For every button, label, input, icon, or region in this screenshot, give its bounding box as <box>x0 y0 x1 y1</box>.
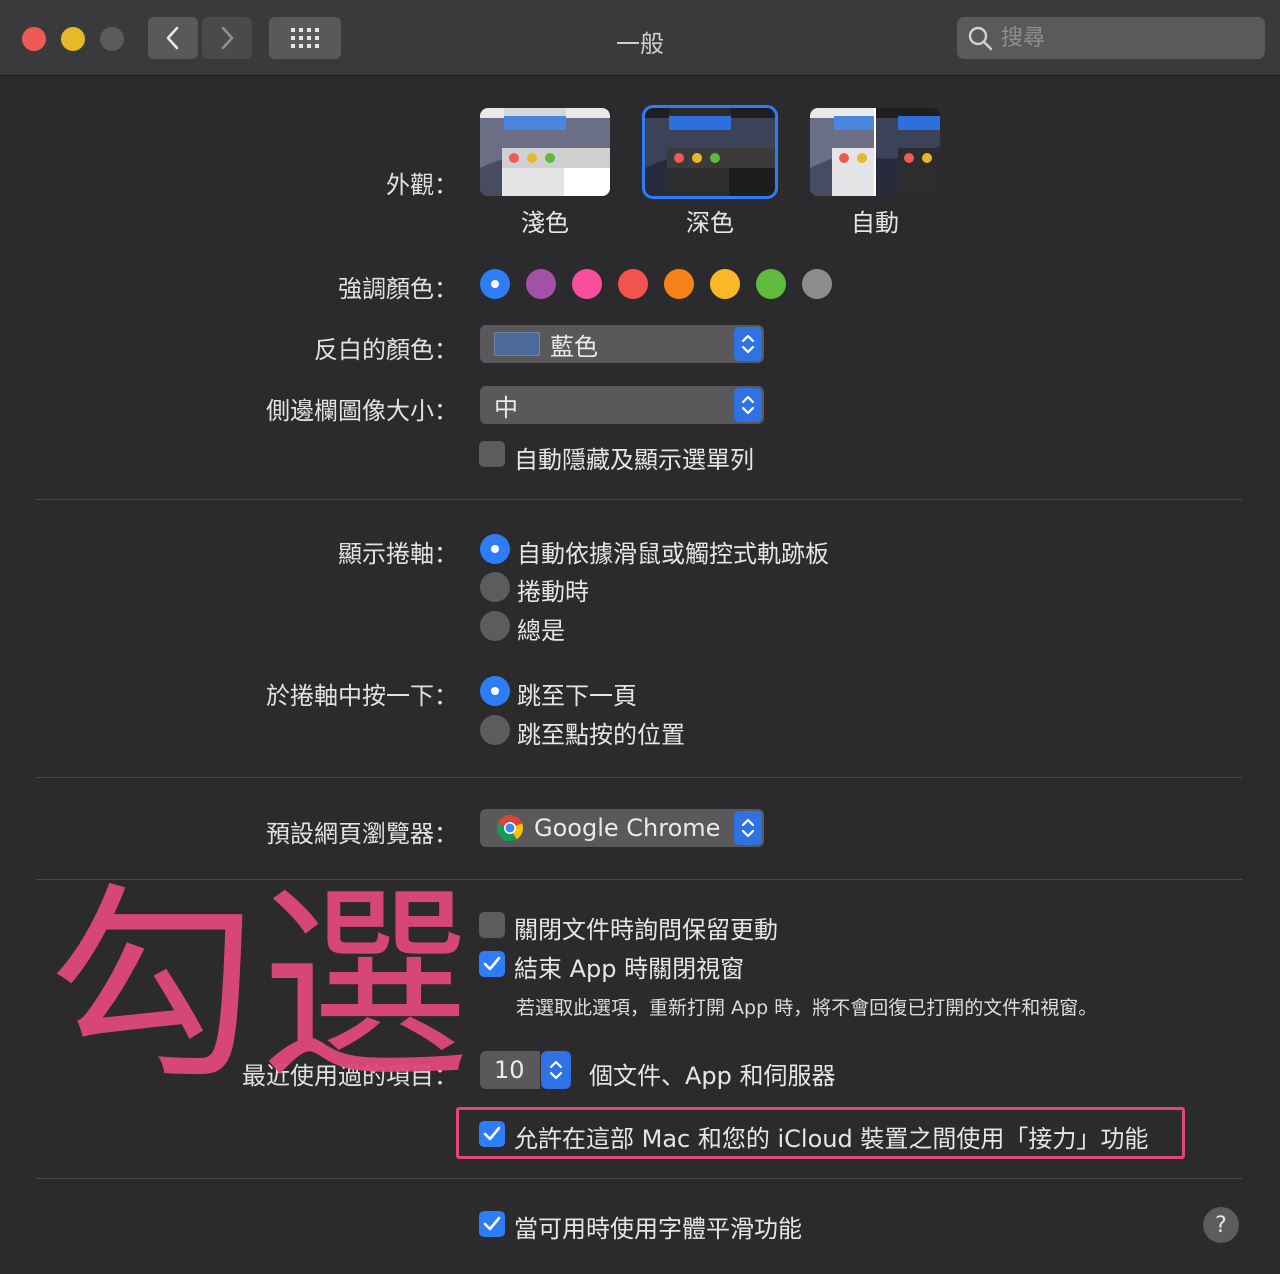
popup-arrows-icon <box>734 388 762 422</box>
click-scrollbar-radio-clicked-spot[interactable] <box>480 715 510 745</box>
font-smoothing-checkbox[interactable] <box>479 1211 505 1237</box>
chevron-left-icon <box>166 26 179 50</box>
scrollbars-option-always: 總是 <box>517 617 565 645</box>
appearance-label: 外觀： <box>386 171 458 199</box>
popup-arrows-icon <box>734 327 762 361</box>
recent-items-suffix: 個文件、App 和伺服器 <box>589 1062 836 1090</box>
chrome-icon <box>496 814 524 842</box>
recent-items-stepper[interactable] <box>541 1051 571 1089</box>
scrollbars-option-scrolling: 捲動時 <box>517 578 589 606</box>
checkmark-icon <box>483 1216 501 1231</box>
auto-hide-menubar-checkbox[interactable] <box>479 441 505 467</box>
auto-hide-menubar-label: 自動隱藏及顯示選單列 <box>514 446 754 474</box>
ask-keep-changes-checkbox[interactable] <box>479 912 505 938</box>
click-scrollbar-option-clicked-spot: 跳至點按的位置 <box>517 721 685 749</box>
stepper-arrows-icon <box>549 1060 563 1080</box>
scrollbars-option-automatic: 自動依據滑鼠或觸控式軌跡板 <box>517 540 829 568</box>
scrollbars-radio-automatic[interactable] <box>480 534 510 564</box>
highlight-color-popup[interactable]: 藍色 <box>480 325 764 363</box>
divider <box>36 777 1242 778</box>
show-scrollbars-label: 顯示捲軸： <box>338 540 458 568</box>
scrollbars-radio-scrolling[interactable] <box>480 572 510 602</box>
show-all-button[interactable] <box>269 17 341 59</box>
accent-color-pink[interactable] <box>572 269 602 299</box>
font-smoothing-label: 當可用時使用字體平滑功能 <box>514 1215 802 1243</box>
close-windows-note: 若選取此選項，重新打開 App 時，將不會回復已打開的文件和視窗。 <box>516 997 1098 1019</box>
minimize-window-button[interactable] <box>61 27 85 51</box>
chevron-right-icon <box>221 26 234 50</box>
search-icon <box>968 26 993 51</box>
sidebar-icon-size-value: 中 <box>494 393 518 422</box>
accent-color-orange[interactable] <box>664 269 694 299</box>
handoff-highlight-box <box>456 1107 1185 1159</box>
annotation-overlay-text: 勾選 <box>48 864 473 1109</box>
ask-keep-changes-label: 關閉文件時詢問保留更動 <box>514 916 778 944</box>
search-input[interactable] <box>1001 25 1251 51</box>
default-browser-popup[interactable]: Google Chrome <box>480 809 764 847</box>
accent-color-yellow[interactable] <box>710 269 740 299</box>
accent-color-green[interactable] <box>756 269 786 299</box>
scrollbars-radio-always[interactable] <box>480 611 510 641</box>
close-windows-label: 結束 App 時關閉視窗 <box>514 955 745 983</box>
accent-color-purple[interactable] <box>526 269 556 299</box>
grid-icon <box>291 28 319 48</box>
help-button[interactable]: ? <box>1203 1207 1239 1243</box>
forward-button[interactable] <box>202 17 252 59</box>
click-scrollbar-option-next-page: 跳至下一頁 <box>517 682 637 710</box>
highlight-color-label: 反白的顏色： <box>314 336 458 364</box>
appearance-dark-thumbnail[interactable] <box>642 105 778 199</box>
back-button[interactable] <box>148 17 198 59</box>
divider <box>36 1178 1242 1179</box>
appearance-option-auto[interactable]: 自動 <box>810 203 940 238</box>
recent-items-value[interactable]: 10 <box>480 1051 540 1089</box>
accent-color-red[interactable] <box>618 269 648 299</box>
popup-arrows-icon <box>734 811 762 845</box>
click-scrollbar-label: 於捲軸中按一下： <box>266 682 458 710</box>
close-window-button[interactable] <box>22 27 46 51</box>
close-windows-checkbox[interactable] <box>479 951 505 977</box>
appearance-auto-thumbnail[interactable] <box>810 108 940 196</box>
default-browser-value: Google Chrome <box>534 814 721 842</box>
highlight-color-value: 藍色 <box>550 332 598 361</box>
sidebar-icon-size-label: 側邊欄圖像大小： <box>266 397 458 425</box>
sidebar-icon-size-popup[interactable]: 中 <box>480 386 764 424</box>
appearance-light-thumbnail[interactable] <box>480 108 610 196</box>
accent-color-graphite[interactable] <box>802 269 832 299</box>
checkmark-icon <box>483 956 501 971</box>
default-browser-label: 預設網頁瀏覽器： <box>266 820 458 848</box>
appearance-option-light[interactable]: 淺色 <box>480 203 610 238</box>
accent-color-label: 強調顏色： <box>338 275 458 303</box>
click-scrollbar-radio-next-page[interactable] <box>480 676 510 706</box>
title-bar: 一般 <box>0 0 1280 76</box>
window-title: 一般 <box>616 30 664 58</box>
divider <box>36 499 1242 500</box>
search-field[interactable] <box>957 17 1265 59</box>
highlight-color-swatch <box>494 332 540 356</box>
appearance-option-dark[interactable]: 深色 <box>645 203 775 238</box>
accent-color-blue[interactable] <box>480 269 510 299</box>
zoom-window-button[interactable] <box>100 27 124 51</box>
